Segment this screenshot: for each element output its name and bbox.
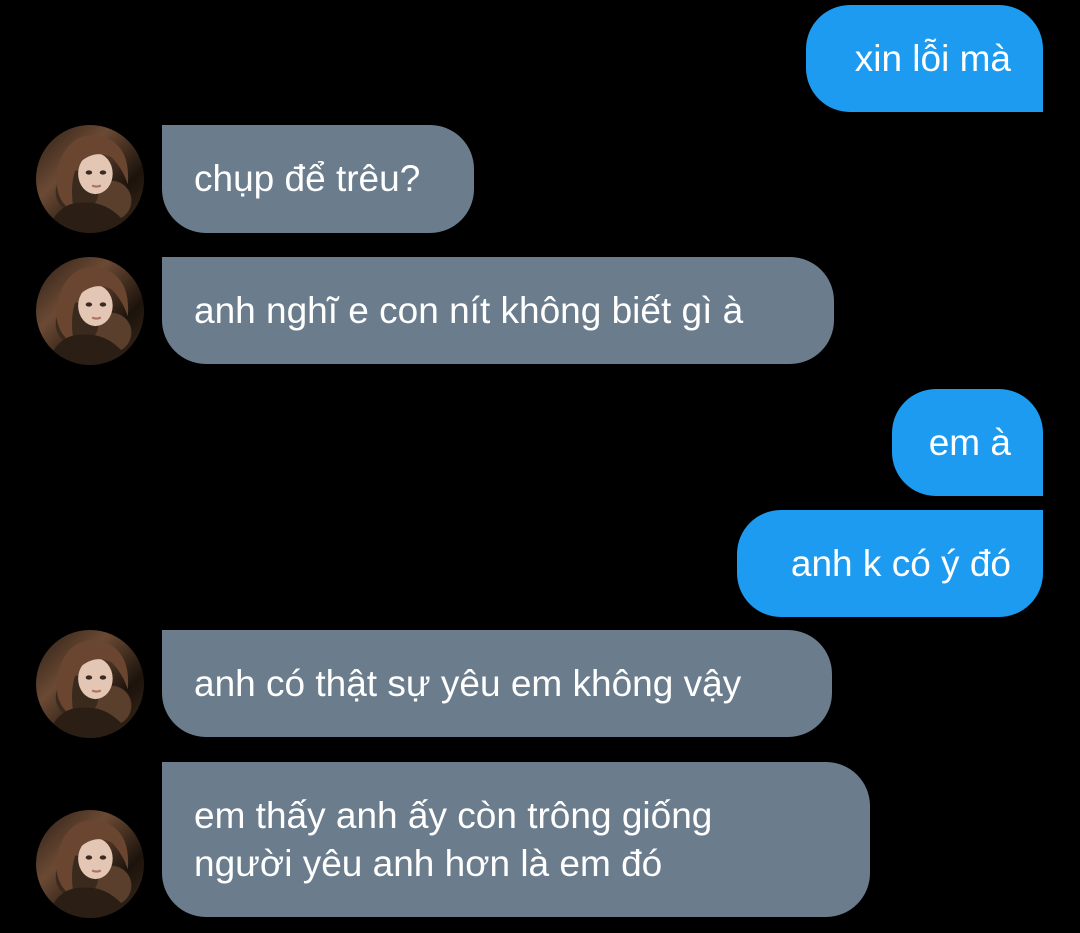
contact-avatar[interactable] — [36, 257, 144, 365]
message-text: anh có thật sự yêu em không vậy — [194, 662, 742, 704]
outgoing-message-bubble[interactable]: em à — [892, 389, 1043, 496]
incoming-message-bubble[interactable]: anh có thật sự yêu em không vậy — [162, 630, 832, 737]
message-text: xin lỗi mà — [854, 37, 1011, 79]
message-text: anh k có ý đó — [790, 542, 1011, 584]
contact-avatar[interactable] — [36, 630, 144, 738]
outgoing-message-bubble[interactable]: xin lỗi mà — [806, 5, 1043, 112]
message-text: em à — [928, 421, 1011, 463]
message-text-line: em thấy anh ấy còn trông giống — [194, 794, 713, 836]
message-text: chụp để trêu? — [194, 158, 421, 199]
avatar-photo-icon — [46, 267, 134, 365]
message-text: anh nghĩ e con nít không biết gì à — [194, 289, 744, 331]
incoming-message-bubble[interactable]: anh nghĩ e con nít không biết gì à — [162, 257, 834, 364]
outgoing-message-bubble[interactable]: anh k có ý đó — [737, 510, 1043, 617]
contact-avatar[interactable] — [36, 125, 144, 233]
avatar-photo-icon — [46, 640, 134, 738]
incoming-message-bubble[interactable]: chụp để trêu? — [162, 125, 474, 233]
message-text-line: người yêu anh hơn là em đó — [194, 842, 663, 884]
incoming-message-bubble[interactable]: em thấy anh ấy còn trông giống người yêu… — [162, 762, 870, 917]
avatar-photo-icon — [46, 820, 134, 918]
avatar-photo-icon — [46, 135, 134, 233]
contact-avatar[interactable] — [36, 810, 144, 918]
